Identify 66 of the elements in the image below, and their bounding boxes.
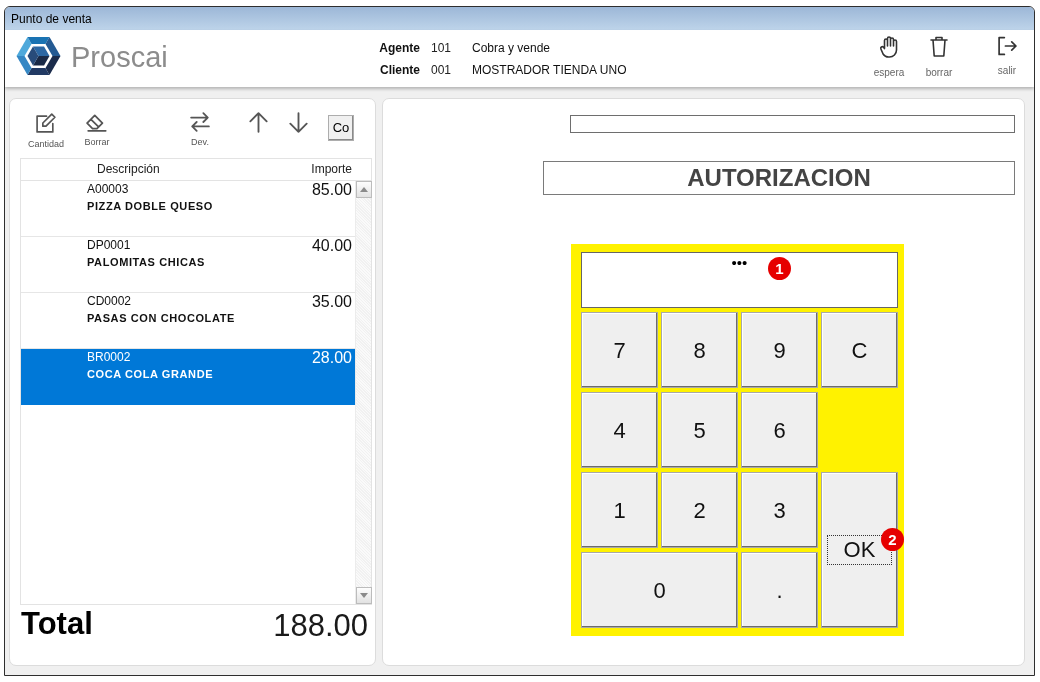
info-value: 001 (430, 63, 453, 77)
digit-key[interactable]: 9 (741, 312, 818, 388)
scroll-up-button[interactable] (356, 181, 372, 198)
item-code: A00003 (87, 182, 130, 196)
digit-key[interactable]: 2 (661, 472, 738, 548)
digit-key[interactable]: 3 (741, 472, 818, 548)
logo-icon (15, 34, 62, 78)
column-header: Importe (311, 161, 352, 178)
item-row[interactable]: BR0002 COCA COLA GRANDE 28.00 (21, 349, 355, 405)
info-value: 101 (430, 41, 453, 55)
total-value: 188.00 (273, 607, 368, 645)
scrollbar[interactable] (355, 181, 371, 604)
swap-arrows-icon (188, 112, 212, 132)
triangle-up-icon (360, 187, 368, 192)
arrow-down-icon (287, 112, 309, 133)
clear-key[interactable]: C (821, 312, 898, 388)
digit-key[interactable]: 1 (581, 472, 658, 548)
info-label: Agente (379, 41, 420, 55)
delete-button[interactable]: borrar (917, 36, 961, 79)
item-code: DP0001 (87, 238, 132, 252)
item-name: PIZZA DOBLE QUESO (87, 199, 213, 213)
return-button[interactable]: Dev. (180, 112, 220, 148)
item-amount: 85.00 (311, 181, 352, 200)
digit-key[interactable]: 8 (661, 312, 738, 388)
co-button[interactable]: Co (328, 115, 354, 141)
info-label: Cliente (379, 63, 420, 77)
digit-key[interactable]: 5 (661, 392, 738, 468)
window-title: Punto de venta (11, 11, 92, 26)
digit-key[interactable]: 4 (581, 392, 658, 468)
item-amount: 40.00 (311, 237, 352, 256)
item-row[interactable]: DP0001 PALOMITAS CHICAS 40.00 (21, 237, 355, 293)
callout-number: 2 (881, 528, 904, 551)
digit-key[interactable]: 6 (741, 392, 818, 468)
item-name: PALOMITAS CHICAS (87, 255, 205, 269)
item-row[interactable]: CD0002 PASAS CON CHOCOLATE 35.00 (21, 293, 355, 349)
item-code: CD0002 (87, 294, 133, 308)
section-title: AUTORIZACION (543, 161, 1015, 195)
digit-key[interactable]: 7 (581, 312, 658, 388)
brand-name: Proscai (71, 40, 168, 74)
item-name: PASAS CON CHOCOLATE (87, 311, 235, 325)
pin-display[interactable]: ••• 1 (581, 252, 898, 308)
total-label: Total (21, 606, 93, 642)
item-amount: 35.00 (311, 293, 352, 312)
item-name: COCA COLA GRANDE (87, 367, 214, 381)
decimal-key[interactable]: . (741, 552, 818, 628)
item-amount: 28.00 (311, 349, 352, 368)
input-field[interactable] (570, 115, 1015, 133)
exit-icon (997, 36, 1017, 56)
scroll-down-button[interactable] (356, 587, 372, 604)
digit-key[interactable]: 0 (581, 552, 738, 628)
hold-button[interactable]: espera (867, 36, 911, 79)
column-header: Descripción (97, 161, 160, 178)
arrow-up-icon (247, 112, 269, 133)
info-detail: Cobra y vende (472, 41, 552, 55)
item-code: BR0002 (87, 350, 132, 364)
triangle-down-icon (360, 593, 368, 598)
trash-icon (929, 36, 949, 58)
hand-icon (879, 36, 899, 58)
item-row[interactable]: A00003 PIZZA DOBLE QUESO 85.00 (21, 181, 355, 237)
pencil-icon (34, 112, 58, 134)
info-detail: MOSTRADOR TIENDA UNO (472, 63, 627, 77)
erase-button[interactable]: Borrar (77, 112, 117, 148)
eraser-icon (85, 112, 109, 132)
quantity-button[interactable]: Cantidad (26, 112, 66, 150)
exit-button[interactable]: salir (985, 36, 1029, 79)
callout-number: 1 (768, 257, 791, 280)
